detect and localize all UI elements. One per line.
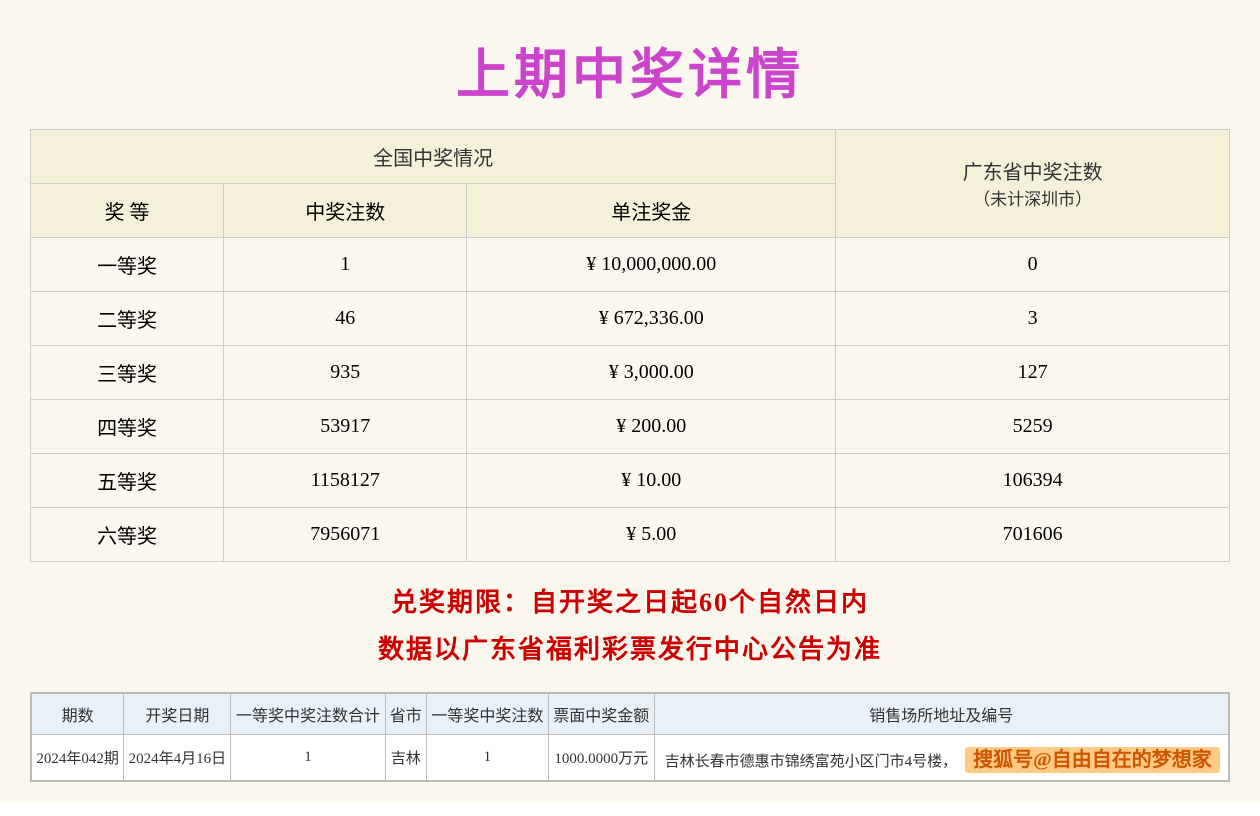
prize-name: 三等奖 — [31, 346, 224, 400]
bottom-table: 期数开奖日期一等奖中奖注数合计省市一等奖中奖注数票面中奖金额销售场所地址及编号 … — [31, 693, 1229, 781]
table-row: 一等奖 1 ¥ 10,000,000.00 0 — [31, 238, 1230, 292]
bottom-count: 1 — [426, 735, 548, 781]
prize-count: 46 — [224, 292, 467, 346]
bottom-col-header: 票面中奖金额 — [548, 694, 654, 735]
prize-guangdong: 106394 — [836, 454, 1230, 508]
prize-name: 四等奖 — [31, 400, 224, 454]
bottom-col-header: 期数 — [32, 694, 124, 735]
table-row: 二等奖 46 ¥ 672,336.00 3 — [31, 292, 1230, 346]
prize-table: 全国中奖情况 广东省中奖注数 （未计深圳市） 奖 等 中奖注数 单注奖金 一等奖… — [30, 129, 1230, 562]
bottom-col-header: 一等奖中奖注数合计 — [231, 694, 385, 735]
page-title: 上期中奖详情 — [30, 10, 1230, 129]
bottom-address: 吉林长春市德惠市锦绣富苑小区门市4号楼，搜狐号@自由自在的梦想家 — [654, 735, 1228, 781]
bottom-col-header: 一等奖中奖注数 — [426, 694, 548, 735]
col-prize: 奖 等 — [31, 184, 224, 238]
notice-line2: 数据以广东省福利彩票发行中心公告为准 — [30, 629, 1230, 666]
prize-name: 六等奖 — [31, 508, 224, 562]
prize-count: 7956071 — [224, 508, 467, 562]
bottom-amount: 1000.0000万元 — [548, 735, 654, 781]
prize-count: 1 — [224, 238, 467, 292]
prize-guangdong: 5259 — [836, 400, 1230, 454]
prize-guangdong: 701606 — [836, 508, 1230, 562]
bottom-table-row: 2024年042期 2024年4月16日 1 吉林 1 1000.0000万元 … — [32, 735, 1229, 781]
bottom-date: 2024年4月16日 — [124, 735, 231, 781]
bottom-province: 吉林 — [385, 735, 426, 781]
table-row: 五等奖 1158127 ¥ 10.00 106394 — [31, 454, 1230, 508]
prize-guangdong: 127 — [836, 346, 1230, 400]
bottom-total: 1 — [231, 735, 385, 781]
prize-guangdong: 0 — [836, 238, 1230, 292]
prize-guangdong: 3 — [836, 292, 1230, 346]
prize-amount: ¥ 200.00 — [467, 400, 836, 454]
prize-name: 二等奖 — [31, 292, 224, 346]
col-amount: 单注奖金 — [467, 184, 836, 238]
table-row: 六等奖 7956071 ¥ 5.00 701606 — [31, 508, 1230, 562]
prize-amount: ¥ 10,000,000.00 — [467, 238, 836, 292]
header-national: 全国中奖情况 — [31, 130, 836, 184]
prize-count: 53917 — [224, 400, 467, 454]
prize-count: 935 — [224, 346, 467, 400]
col-count: 中奖注数 — [224, 184, 467, 238]
bottom-period: 2024年042期 — [32, 735, 124, 781]
prize-amount: ¥ 3,000.00 — [467, 346, 836, 400]
bottom-table-container: 期数开奖日期一等奖中奖注数合计省市一等奖中奖注数票面中奖金额销售场所地址及编号 … — [30, 692, 1230, 782]
bottom-col-header: 开奖日期 — [124, 694, 231, 735]
bottom-col-header: 省市 — [385, 694, 426, 735]
header-guangdong: 广东省中奖注数 （未计深圳市） — [836, 130, 1230, 238]
table-row: 四等奖 53917 ¥ 200.00 5259 — [31, 400, 1230, 454]
notice-section: 兑奖期限：自开奖之日起60个自然日内 数据以广东省福利彩票发行中心公告为准 — [30, 562, 1230, 676]
table-row: 三等奖 935 ¥ 3,000.00 127 — [31, 346, 1230, 400]
main-container: 上期中奖详情 全国中奖情况 广东省中奖注数 （未计深圳市） 奖 等 中奖注数 单… — [0, 0, 1260, 802]
prize-amount: ¥ 10.00 — [467, 454, 836, 508]
prize-amount: ¥ 672,336.00 — [467, 292, 836, 346]
prize-count: 1158127 — [224, 454, 467, 508]
prize-name: 五等奖 — [31, 454, 224, 508]
bottom-col-header: 销售场所地址及编号 — [654, 694, 1228, 735]
notice-line1: 兑奖期限：自开奖之日起60个自然日内 — [30, 582, 1230, 619]
prize-amount: ¥ 5.00 — [467, 508, 836, 562]
prize-name: 一等奖 — [31, 238, 224, 292]
